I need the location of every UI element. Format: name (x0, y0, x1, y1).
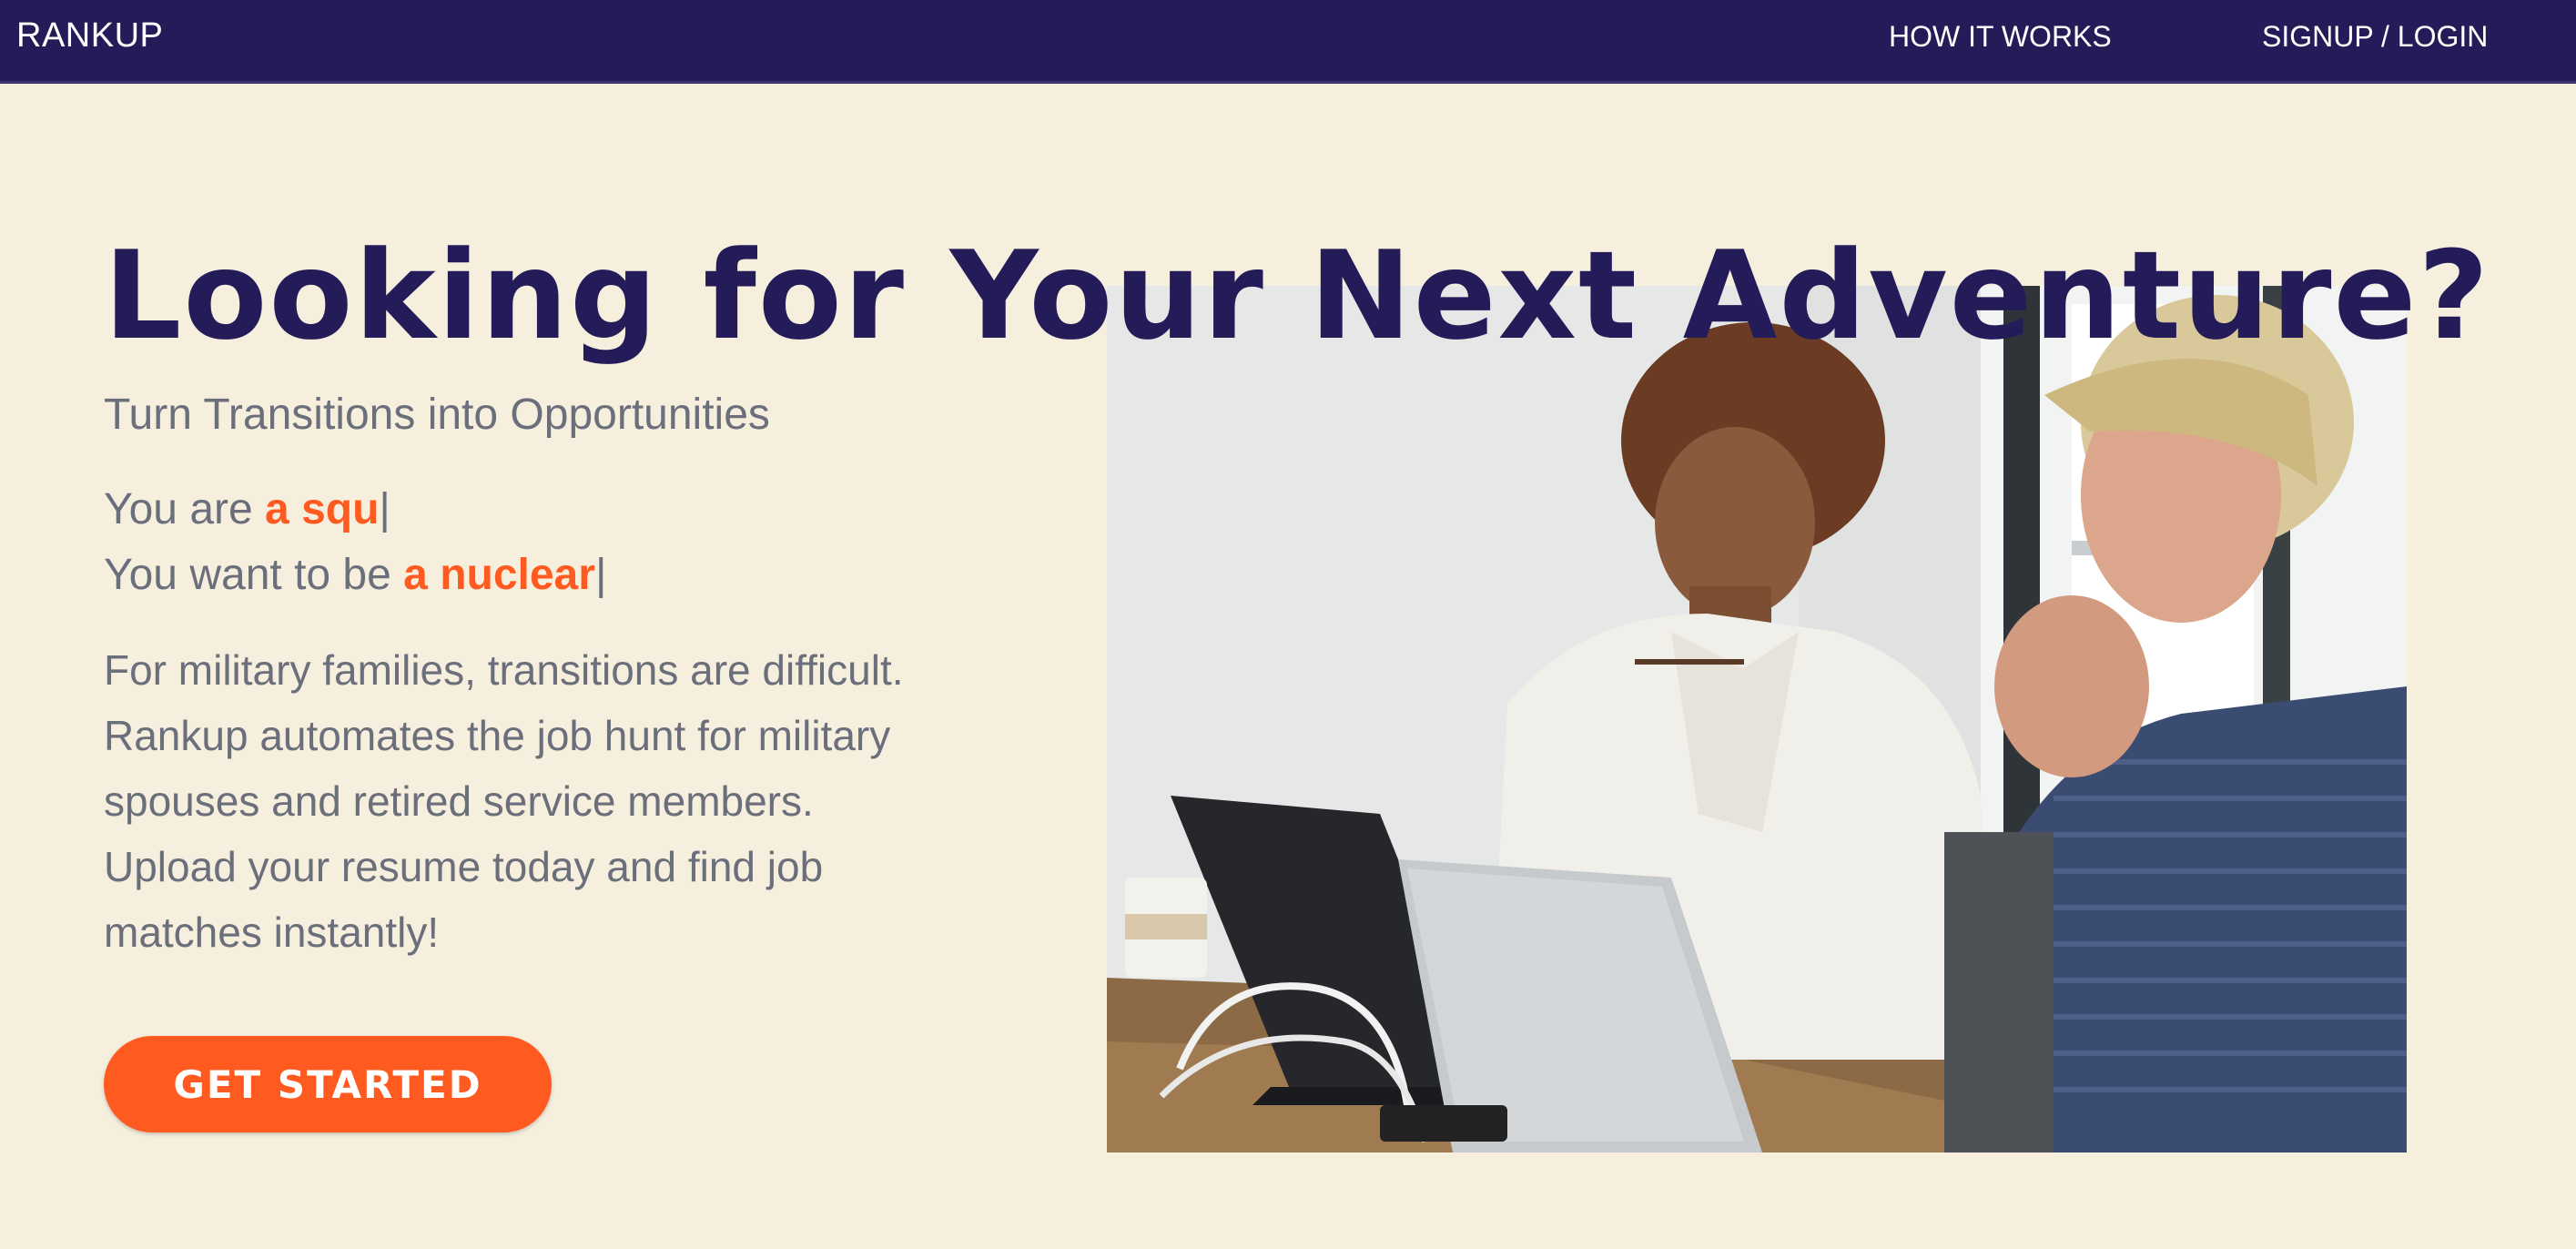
typer-line-you-are: You are a squ| (104, 484, 390, 534)
top-navbar: RANKUP HOW IT WORKS SIGNUP / LOGIN (0, 0, 2576, 84)
typer-prefix: You are (104, 485, 266, 533)
hero-subtitle: Turn Transitions into Opportunities (104, 391, 770, 439)
hero-description: For military families, transitions are d… (104, 646, 904, 956)
nav-signup-login-link[interactable]: SIGNUP / LOGIN (2262, 20, 2488, 54)
typer-highlight-role: a squ (265, 485, 380, 533)
typing-cursor: | (594, 551, 607, 599)
nav-how-it-works-link[interactable]: HOW IT WORKS (1889, 20, 2112, 54)
typer-highlight-goal: a nuclear (403, 551, 595, 599)
typing-cursor: | (379, 485, 390, 533)
hero-title: Looking for Your Next Adventure? (104, 225, 2491, 367)
brand-logo-link[interactable]: RANKUP (16, 16, 163, 56)
hero-photo (1107, 286, 2407, 1153)
typer-line-want-to-be: You want to be a nuclear| (104, 550, 606, 600)
typer-prefix: You want to be (104, 551, 404, 599)
get-started-button[interactable]: GET STARTED (104, 1036, 552, 1132)
